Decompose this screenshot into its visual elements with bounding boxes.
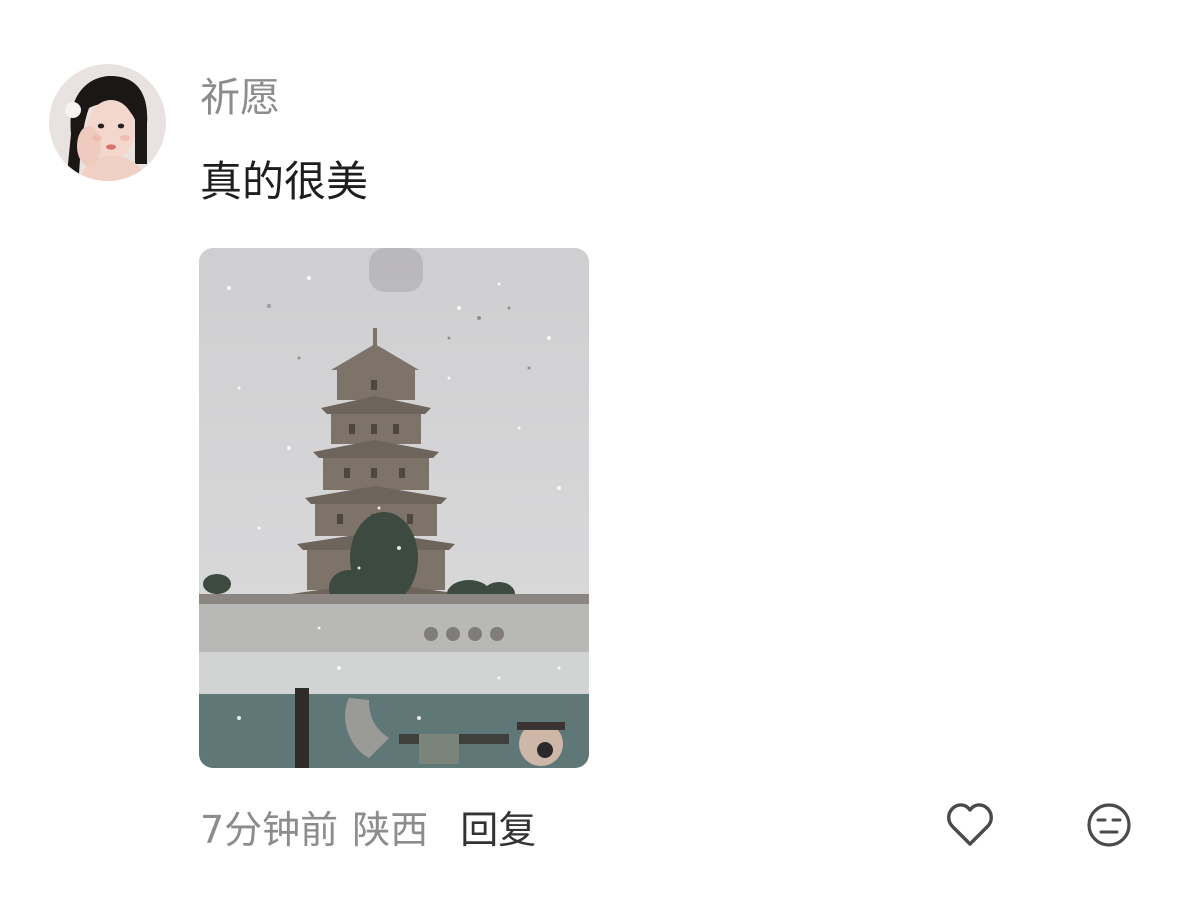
comment-photo[interactable] bbox=[199, 248, 589, 768]
avatar[interactable] bbox=[49, 64, 166, 181]
heart-outline-icon bbox=[946, 802, 994, 848]
dislike-button[interactable] bbox=[1085, 801, 1133, 849]
comment-location: 陕西 bbox=[352, 807, 429, 852]
meh-face-icon bbox=[1085, 801, 1133, 849]
comment-text: 真的很美 bbox=[200, 157, 369, 206]
comment-meta: 7分钟前 陕西 回复 bbox=[200, 799, 536, 853]
like-button[interactable] bbox=[946, 802, 994, 848]
username[interactable]: 祈愿 bbox=[200, 72, 280, 124]
reply-button[interactable]: 回复 bbox=[460, 799, 536, 854]
comment-time: 7分钟前 bbox=[200, 807, 339, 852]
